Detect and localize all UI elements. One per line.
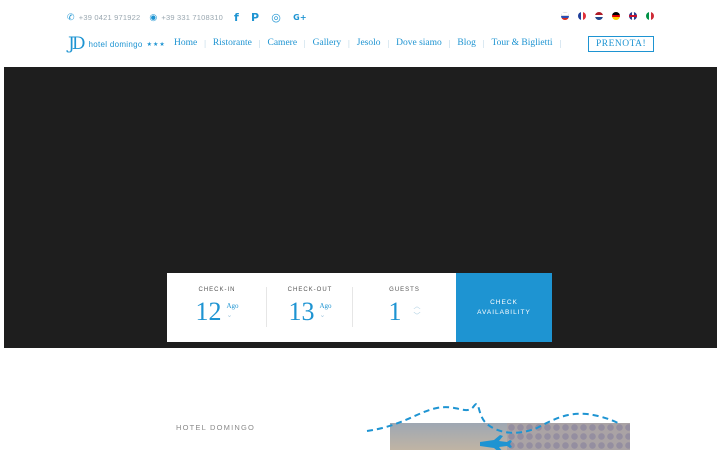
whatsapp-icon: ◉ [149, 12, 158, 22]
nav-separator: | [348, 38, 350, 48]
phone-number: +39 0421 971922 [78, 13, 141, 22]
nav-separator: | [559, 38, 562, 48]
checkout-field[interactable]: CHECK-OUT 13 Ago ⌄ [267, 273, 353, 342]
chevron-down-icon[interactable]: ﹀ [414, 312, 421, 322]
book-now-button[interactable]: PRENOTA! [588, 36, 655, 52]
flag-ru-icon[interactable] [561, 12, 569, 20]
instagram-icon[interactable]: ◎ [271, 11, 281, 24]
nav-home[interactable]: Home [174, 38, 197, 48]
nav-separator: | [387, 38, 390, 48]
nav-separator: | [258, 38, 261, 48]
checkout-month: Ago [319, 302, 332, 310]
contact-bar: ✆ +39 0421 971922 ◉ +39 331 7108310 f P … [67, 11, 319, 24]
main-nav: Home | Ristorante | Camere | Gallery | Jesol… [174, 36, 655, 52]
logo-mark-icon: JD [68, 34, 86, 54]
nav-separator: | [304, 38, 306, 48]
language-selector [552, 12, 654, 20]
checkin-label: CHECK-IN [198, 287, 236, 293]
nav-ristorante[interactable]: Ristorante [213, 38, 252, 48]
nav-tour-biglietti[interactable]: Tour & Biglietti [491, 38, 552, 48]
phone-link[interactable]: ✆ +39 0421 971922 [67, 12, 140, 23]
nav-dove-siamo[interactable]: Dove siamo [396, 38, 442, 48]
whatsapp-link[interactable]: ◉ +39 331 7108310 [149, 12, 223, 23]
checkin-field[interactable]: CHECK-IN 12 Ago ⌄ [167, 273, 267, 342]
pinterest-icon[interactable]: P [251, 11, 259, 24]
checkout-day: 13 [288, 297, 315, 326]
flag-en-icon[interactable] [629, 12, 637, 20]
nav-separator: | [448, 38, 451, 48]
checkin-month: Ago [226, 302, 239, 310]
flag-it-icon[interactable] [646, 12, 654, 20]
booking-form: CHECK-IN 12 Ago ⌄ CHECK-OUT 13 Ago ⌄ GUE… [167, 273, 552, 342]
guests-field[interactable]: GUESTS 1 ︿ ﹀ [353, 273, 456, 342]
hotel-logo[interactable]: JD hotel domingo ★★★ [68, 34, 166, 54]
whatsapp-number: +39 331 7108310 [161, 13, 224, 22]
facebook-icon[interactable]: f [234, 11, 239, 24]
google-plus-icon[interactable]: G+ [293, 13, 307, 22]
chevron-up-icon[interactable]: ︿ [414, 302, 421, 312]
logo-stars: ★★★ [146, 41, 166, 48]
section-label: HOTEL DOMINGO [176, 423, 256, 432]
logo-name: hotel domingo [88, 39, 143, 49]
flag-fr-icon[interactable] [578, 12, 586, 20]
flag-de-icon[interactable] [612, 12, 620, 20]
nav-blog[interactable]: Blog [457, 38, 475, 48]
checkout-label: CHECK-OUT [287, 287, 333, 293]
nav-separator: | [204, 38, 206, 48]
chevron-down-icon[interactable]: ⌄ [226, 311, 238, 319]
guests-label: GUESTS [389, 287, 420, 293]
nav-separator: | [482, 38, 485, 48]
airplane-icon [480, 435, 512, 450]
flight-path-decoration [366, 403, 621, 450]
guests-count: 1 [388, 297, 402, 326]
nav-jesolo[interactable]: Jesolo [357, 38, 381, 48]
check-availability-line1: CHECK [490, 298, 518, 306]
nav-gallery[interactable]: Gallery [313, 38, 342, 48]
flag-nl-icon[interactable] [595, 12, 603, 20]
phone-icon: ✆ [67, 12, 75, 22]
site-header: ✆ +39 0421 971922 ◉ +39 331 7108310 f P … [0, 0, 720, 67]
nav-camere[interactable]: Camere [268, 38, 298, 48]
check-availability-button[interactable]: CHECK AVAILABILITY [456, 273, 552, 342]
social-links: f P ◎ G+ [234, 11, 319, 24]
check-availability-line2: AVAILABILITY [477, 308, 531, 316]
checkin-day: 12 [195, 297, 222, 326]
chevron-down-icon[interactable]: ⌄ [319, 311, 331, 319]
